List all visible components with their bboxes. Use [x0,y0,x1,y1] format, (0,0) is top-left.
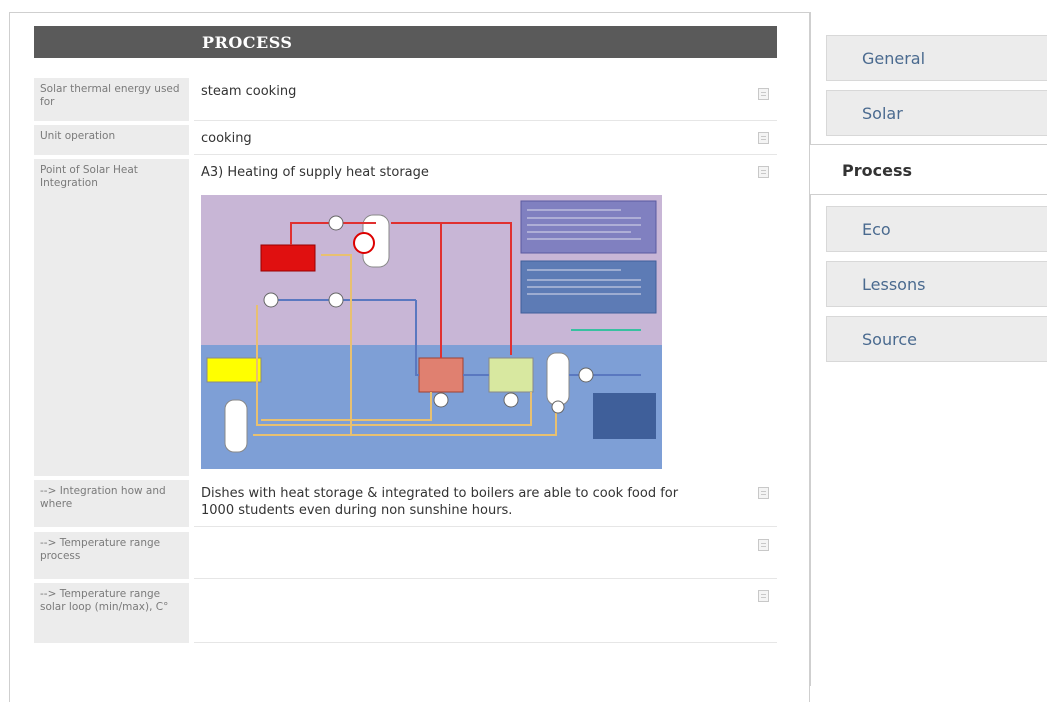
tabs-divider [810,144,1047,145]
edit-icon[interactable] [758,539,769,551]
edit-icon[interactable] [758,88,769,100]
label-solar-energy-used-for: Solar thermal energy used for [34,78,189,121]
tab-source[interactable]: Source [826,316,1047,362]
edit-icon[interactable] [758,590,769,602]
tab-lessons[interactable]: Lessons [826,261,1047,307]
label-point-of-integration: Point of Solar Heat Integration [34,159,189,476]
value-solar-energy-used-for: steam cooking [194,78,777,121]
value-temperature-range-solar-loop [194,583,777,643]
value-text: Dishes with heat storage & integrated to… [201,486,679,518]
integration-diagram [201,195,662,469]
tab-process[interactable]: Process [812,148,1047,194]
section-title: PROCESS [202,33,293,52]
value-unit-operation: cooking [194,125,777,155]
tab-general[interactable]: General [826,35,1047,81]
tab-eco[interactable]: Eco [826,206,1047,252]
value-text: A3) Heating of supply heat storage [201,165,429,180]
section-header: PROCESS [34,26,777,58]
label-temperature-range-process: --> Temperature range process [34,532,189,579]
edit-icon[interactable] [758,166,769,178]
edit-icon[interactable] [758,132,769,144]
value-text: steam cooking [201,84,297,99]
edit-icon[interactable] [758,487,769,499]
tabs-divider [810,12,811,145]
tabs-divider [810,194,1047,195]
tabs-divider [810,194,811,686]
tab-solar[interactable]: Solar [826,90,1047,136]
label-unit-operation: Unit operation [34,125,189,155]
value-integration-how-where: Dishes with heat storage & integrated to… [194,480,777,527]
integration-diagram-graphic [201,195,662,469]
label-integration-how-where: --> Integration how and where [34,480,189,527]
value-text: cooking [201,131,252,146]
label-temperature-range-solar-loop: --> Temperature range solar loop (min/ma… [34,583,189,643]
value-temperature-range-process [194,532,777,579]
